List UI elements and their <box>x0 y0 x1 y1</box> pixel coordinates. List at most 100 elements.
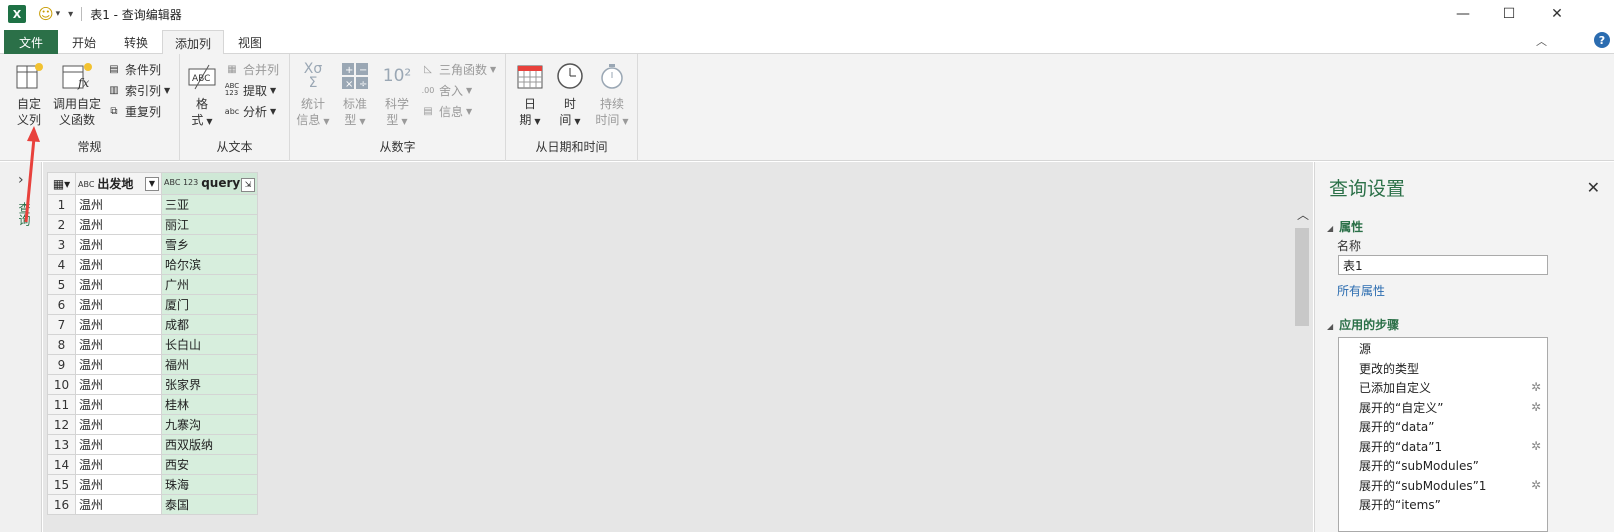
row-number[interactable]: 5 <box>47 274 76 295</box>
cell-query[interactable]: 西双版纳 <box>161 434 258 455</box>
cell-query[interactable]: 长白山 <box>161 334 258 355</box>
close-button[interactable]: ✕ <box>1534 0 1580 28</box>
cell-departure[interactable]: 温州 <box>75 234 162 255</box>
applied-step[interactable]: 源 <box>1339 340 1547 359</box>
duration-button[interactable]: 持续 时间 ▼ <box>594 60 630 130</box>
dropdown-icon[interactable]: ▾ <box>56 9 61 19</box>
format-button[interactable]: ABC 格 式▼ <box>186 60 218 130</box>
table-row[interactable]: 5 温州 广州 <box>47 274 258 295</box>
row-number[interactable]: 12 <box>47 414 76 435</box>
rounding-button[interactable]: .00 舍入 ▼ <box>420 80 473 100</box>
table-row[interactable]: 10 温州 张家界 <box>47 374 258 395</box>
properties-section-header[interactable]: ◢ 属性 <box>1327 218 1363 235</box>
row-number[interactable]: 10 <box>47 374 76 395</box>
tab-file[interactable]: 文件 <box>4 30 58 54</box>
table-row[interactable]: 15 温州 珠海 <box>47 474 258 495</box>
time-button[interactable]: 时 间 ▼ <box>554 60 586 130</box>
close-icon[interactable]: ✕ <box>1587 178 1600 197</box>
scroll-up-icon[interactable]: ︿ <box>1297 206 1309 223</box>
table-row[interactable]: 12 温州 九寨沟 <box>47 414 258 435</box>
cell-query[interactable]: 珠海 <box>161 474 258 495</box>
cell-departure[interactable]: 温州 <box>75 374 162 395</box>
cell-query[interactable]: 泰国 <box>161 494 258 515</box>
step-settings-icon[interactable]: ✲ <box>1531 380 1541 394</box>
cell-query[interactable]: 雪乡 <box>161 234 258 255</box>
tab-transform[interactable]: 转换 <box>112 30 160 54</box>
column-header-departure[interactable]: ABC 出发地 ▼ <box>75 172 162 195</box>
cell-query[interactable]: 成都 <box>161 314 258 335</box>
standard-button[interactable]: + − × ÷ 标准 型 ▼ <box>338 60 372 130</box>
vertical-scrollbar[interactable]: ︿ <box>1293 206 1311 532</box>
cell-query[interactable]: 三亚 <box>161 194 258 215</box>
cell-departure[interactable]: 温州 <box>75 314 162 335</box>
cell-query[interactable]: 福州 <box>161 354 258 375</box>
duplicate-column-button[interactable]: ⧉ 重复列 <box>106 101 161 121</box>
applied-step[interactable]: 展开的“subModules” <box>1339 457 1547 476</box>
customize-quick-access-icon[interactable]: ▾ <box>68 9 73 20</box>
row-number[interactable]: 11 <box>47 394 76 415</box>
cell-query[interactable]: 桂林 <box>161 394 258 415</box>
invoke-custom-function-button[interactable]: fx 调用自定 义函数 <box>50 60 104 128</box>
table-row[interactable]: 14 温州 西安 <box>47 454 258 475</box>
applied-step[interactable]: 展开的“data”1 ✲ <box>1339 438 1547 457</box>
row-number[interactable]: 9 <box>47 354 76 375</box>
cell-query[interactable]: 九寨沟 <box>161 414 258 435</box>
tab-add-column[interactable]: 添加列 <box>162 30 225 55</box>
expand-column-icon[interactable]: ⇲ <box>241 177 255 192</box>
text-type-icon[interactable]: ABC <box>78 180 94 189</box>
table-row[interactable]: 13 温州 西双版纳 <box>47 434 258 455</box>
cell-query[interactable]: 丽江 <box>161 214 258 235</box>
cell-departure[interactable]: 温州 <box>75 214 162 235</box>
cell-departure[interactable]: 温州 <box>75 474 162 495</box>
tab-view[interactable]: 视图 <box>226 30 274 54</box>
extract-button[interactable]: ABC 123 提取 ▼ <box>224 80 276 100</box>
table-row[interactable]: 2 温州 丽江 <box>47 214 258 235</box>
cell-departure[interactable]: 温州 <box>75 254 162 275</box>
applied-step[interactable]: 展开的“items” <box>1339 496 1547 515</box>
table-row[interactable]: 9 温州 福州 <box>47 354 258 375</box>
applied-step[interactable]: 展开的“自定义” ✲ <box>1339 399 1547 418</box>
expand-pane-icon[interactable]: › <box>18 172 24 188</box>
table-row[interactable]: 7 温州 成都 <box>47 314 258 335</box>
table-row[interactable]: 16 温州 泰国 <box>47 494 258 515</box>
cell-departure[interactable]: 温州 <box>75 454 162 475</box>
row-number[interactable]: 8 <box>47 334 76 355</box>
merge-columns-button[interactable]: ▦ 合并列 <box>224 59 279 79</box>
maximize-button[interactable]: ☐ <box>1486 0 1532 28</box>
conditional-column-button[interactable]: ▤ 条件列 <box>106 59 161 79</box>
date-button[interactable]: 日 期 ▼ <box>514 60 546 130</box>
help-icon[interactable]: ? <box>1594 32 1610 48</box>
cell-departure[interactable]: 温州 <box>75 434 162 455</box>
collapse-ribbon-icon[interactable]: ︿ <box>1536 33 1547 49</box>
scroll-thumb[interactable] <box>1295 228 1309 326</box>
cell-departure[interactable]: 温州 <box>75 194 162 215</box>
cell-departure[interactable]: 温州 <box>75 394 162 415</box>
information-button[interactable]: ▤ 信息 ▼ <box>420 101 472 121</box>
row-number[interactable]: 6 <box>47 294 76 315</box>
step-settings-icon[interactable]: ✲ <box>1531 478 1541 492</box>
any-type-icon[interactable]: ABC 123 <box>164 179 198 187</box>
row-number[interactable]: 7 <box>47 314 76 335</box>
cell-query[interactable]: 广州 <box>161 274 258 295</box>
row-number[interactable]: 4 <box>47 254 76 275</box>
minimize-button[interactable]: — <box>1440 0 1486 28</box>
table-row[interactable]: 1 温州 三亚 <box>47 194 258 215</box>
applied-step[interactable]: 展开的“data” <box>1339 418 1547 437</box>
custom-column-button[interactable]: 自定 义列 <box>8 60 50 128</box>
cell-query[interactable]: 西安 <box>161 454 258 475</box>
row-number[interactable]: 15 <box>47 474 76 495</box>
applied-steps-section-header[interactable]: ◢ 应用的步骤 <box>1327 316 1399 333</box>
cell-departure[interactable]: 温州 <box>75 334 162 355</box>
applied-step[interactable]: 更改的类型 <box>1339 360 1547 379</box>
cell-query[interactable]: 厦门 <box>161 294 258 315</box>
cell-departure[interactable]: 温州 <box>75 294 162 315</box>
row-number[interactable]: 16 <box>47 494 76 515</box>
table-row[interactable]: 6 温州 厦门 <box>47 294 258 315</box>
cell-departure[interactable]: 温州 <box>75 494 162 515</box>
queries-pane-label[interactable]: 查询 <box>16 202 33 226</box>
row-number[interactable]: 14 <box>47 454 76 475</box>
applied-step[interactable]: 展开的“subModules”1 ✲ <box>1339 477 1547 496</box>
table-row[interactable]: 8 温州 长白山 <box>47 334 258 355</box>
table-row[interactable]: 11 温州 桂林 <box>47 394 258 415</box>
cell-departure[interactable]: 温州 <box>75 274 162 295</box>
